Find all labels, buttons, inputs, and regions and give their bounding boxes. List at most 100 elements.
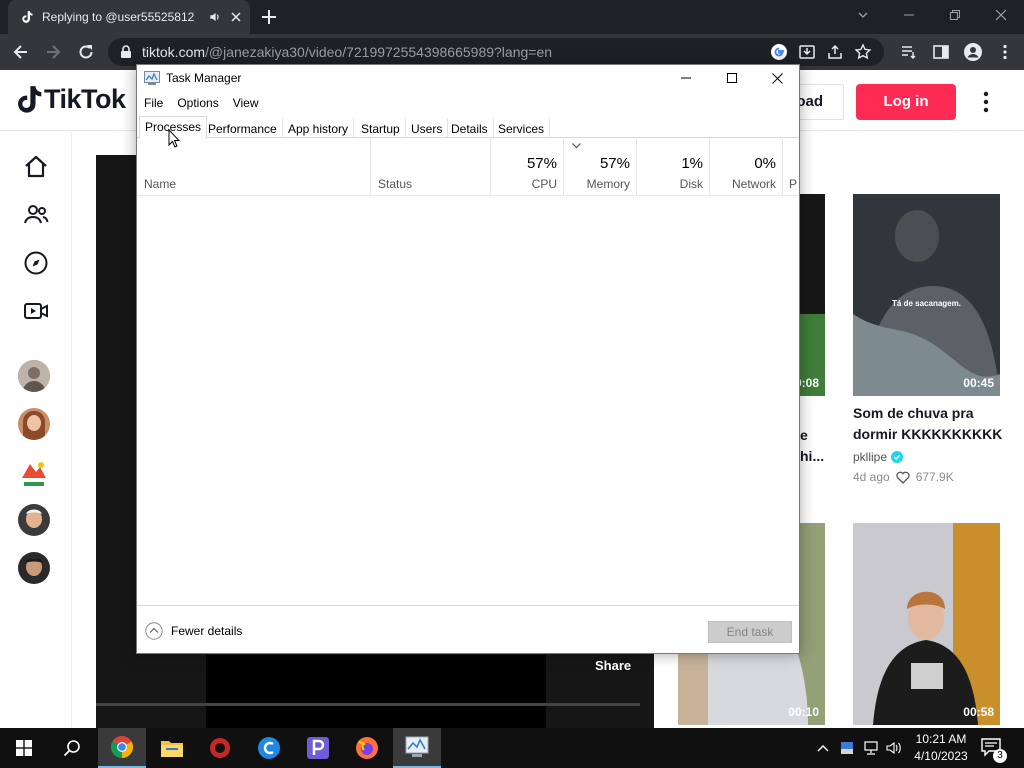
volume-icon[interactable] [884,728,904,768]
menu-view[interactable]: View [226,93,266,113]
browser-tab-title: Replying to @user55525812 [42,10,195,24]
chrome-taskbar-icon[interactable] [98,728,146,768]
video-caption[interactable]: Som de chuva pra dormir KKKKKKKKKK [853,403,1003,445]
file-explorer-icon[interactable] [148,728,196,768]
column-power-label: P [789,177,798,191]
share-label[interactable]: Share [595,658,631,673]
tab-users[interactable]: Users [405,118,449,138]
tab-details[interactable]: Details [445,118,494,138]
bookmark-star-icon[interactable] [854,43,872,61]
task-manager-titlebar[interactable]: Task Manager [137,65,799,91]
app-red-gear-icon[interactable] [196,728,244,768]
suggested-account-avatar[interactable] [18,408,50,440]
back-button[interactable] [10,41,32,63]
suggested-account-avatar[interactable] [18,456,50,488]
system-clock[interactable]: 10:21 AM 4/10/2023 [904,731,978,765]
tiktok-note-icon [16,85,42,115]
side-panel-icon[interactable] [930,41,952,63]
menu-file[interactable]: File [137,93,170,113]
address-bar[interactable]: tiktok.com/@janezakiya30/video/721997255… [108,38,884,66]
google-lens-icon[interactable] [770,43,788,61]
clock-date: 4/10/2023 [914,749,968,763]
fewer-details-button[interactable]: Fewer details [145,622,242,640]
task-manager-title: Task Manager [166,71,242,85]
column-memory-label: Memory [586,177,630,191]
install-app-icon[interactable] [798,43,816,61]
process-list[interactable] [137,195,799,605]
forward-button[interactable] [42,41,64,63]
close-button[interactable] [978,0,1024,30]
video-caption[interactable]: e [800,425,808,446]
url-host: tiktok.com [142,44,206,60]
tm-close-button[interactable] [754,65,800,91]
home-icon[interactable] [22,153,50,181]
collapse-chevron-icon [145,622,163,640]
tab-startup[interactable]: Startup [355,118,406,138]
column-network[interactable]: 0% Network [710,139,783,195]
suggested-account-avatar[interactable] [18,504,50,536]
column-cpu-label: CPU [531,177,557,191]
login-button[interactable]: Log in [856,84,956,120]
suggested-account-avatar[interactable] [18,360,50,392]
tab-app-history[interactable]: App history [282,118,355,138]
end-task-button[interactable]: End task [708,621,792,643]
app-c-icon[interactable] [245,728,293,768]
tray-app-icon[interactable] [838,728,856,768]
tab-performance[interactable]: Performance [202,118,283,138]
video-frame [206,655,546,728]
tiktok-logo-text: TikTok [44,84,126,114]
column-disk[interactable]: 1% Disk [637,139,710,195]
clock-time: 10:21 AM [915,732,967,746]
task-manager-window[interactable]: Task Manager File Options View Processes… [136,64,800,654]
profile-icon[interactable] [962,41,984,63]
share-page-icon[interactable] [826,43,844,61]
browser-tab[interactable]: Replying to @user55525812 [8,0,250,34]
verified-badge-icon [891,451,904,463]
memory-percent: 57% [599,155,630,172]
video-age: 4d ago [853,470,890,484]
column-network-label: Network [731,177,776,191]
firefox-icon[interactable] [343,728,391,768]
column-memory[interactable]: 57% Memory [564,139,637,195]
column-status-label: Status [378,177,413,191]
app-p-icon[interactable] [294,728,342,768]
heart-icon [896,471,910,484]
live-video-icon[interactable] [22,297,50,325]
tab-search-chevron-icon[interactable] [840,0,886,30]
column-status[interactable]: Status [371,139,491,195]
video-card[interactable]: 00:58 [853,523,1000,725]
task-manager-taskbar-icon[interactable] [393,728,441,768]
start-button[interactable] [0,728,48,768]
lock-icon[interactable] [120,45,132,59]
reload-button[interactable] [75,41,97,63]
tm-maximize-button[interactable] [709,65,755,91]
search-icon[interactable] [48,728,96,768]
more-options-icon[interactable] [976,90,996,114]
tiktok-logo[interactable]: TikTok [16,84,126,115]
tab-close-icon[interactable] [230,11,242,23]
video-caption[interactable]: hi... [800,446,824,467]
chrome-menu-icon[interactable] [994,41,1016,63]
video-progress-bar[interactable] [96,703,640,706]
menu-options[interactable]: Options [170,93,225,113]
column-cpu[interactable]: 57% CPU [491,139,564,195]
minimize-button[interactable] [886,0,932,30]
reading-list-icon[interactable] [898,41,920,63]
fewer-details-label: Fewer details [171,624,243,638]
tm-minimize-button[interactable] [663,65,709,91]
following-icon[interactable] [22,201,50,229]
column-power[interactable]: P [783,139,799,195]
new-tab-button[interactable] [258,6,280,28]
tray-overflow-chevron-icon[interactable] [812,728,834,768]
speaker-icon[interactable] [208,10,222,24]
suggested-account-avatar[interactable] [18,552,50,584]
network-icon[interactable] [860,728,882,768]
video-card[interactable]: Tá de sacanagem. 00:45 [853,194,1000,396]
author-name: pkllipe [853,450,888,464]
video-author[interactable]: pkllipe [853,450,904,464]
explore-compass-icon[interactable] [22,249,50,277]
task-manager-tabs: Processes Performance App history Startu… [137,116,799,139]
tab-services[interactable]: Services [492,118,551,138]
restore-button[interactable] [932,0,978,30]
video-overlay-text: Tá de sacanagem. [892,299,961,308]
